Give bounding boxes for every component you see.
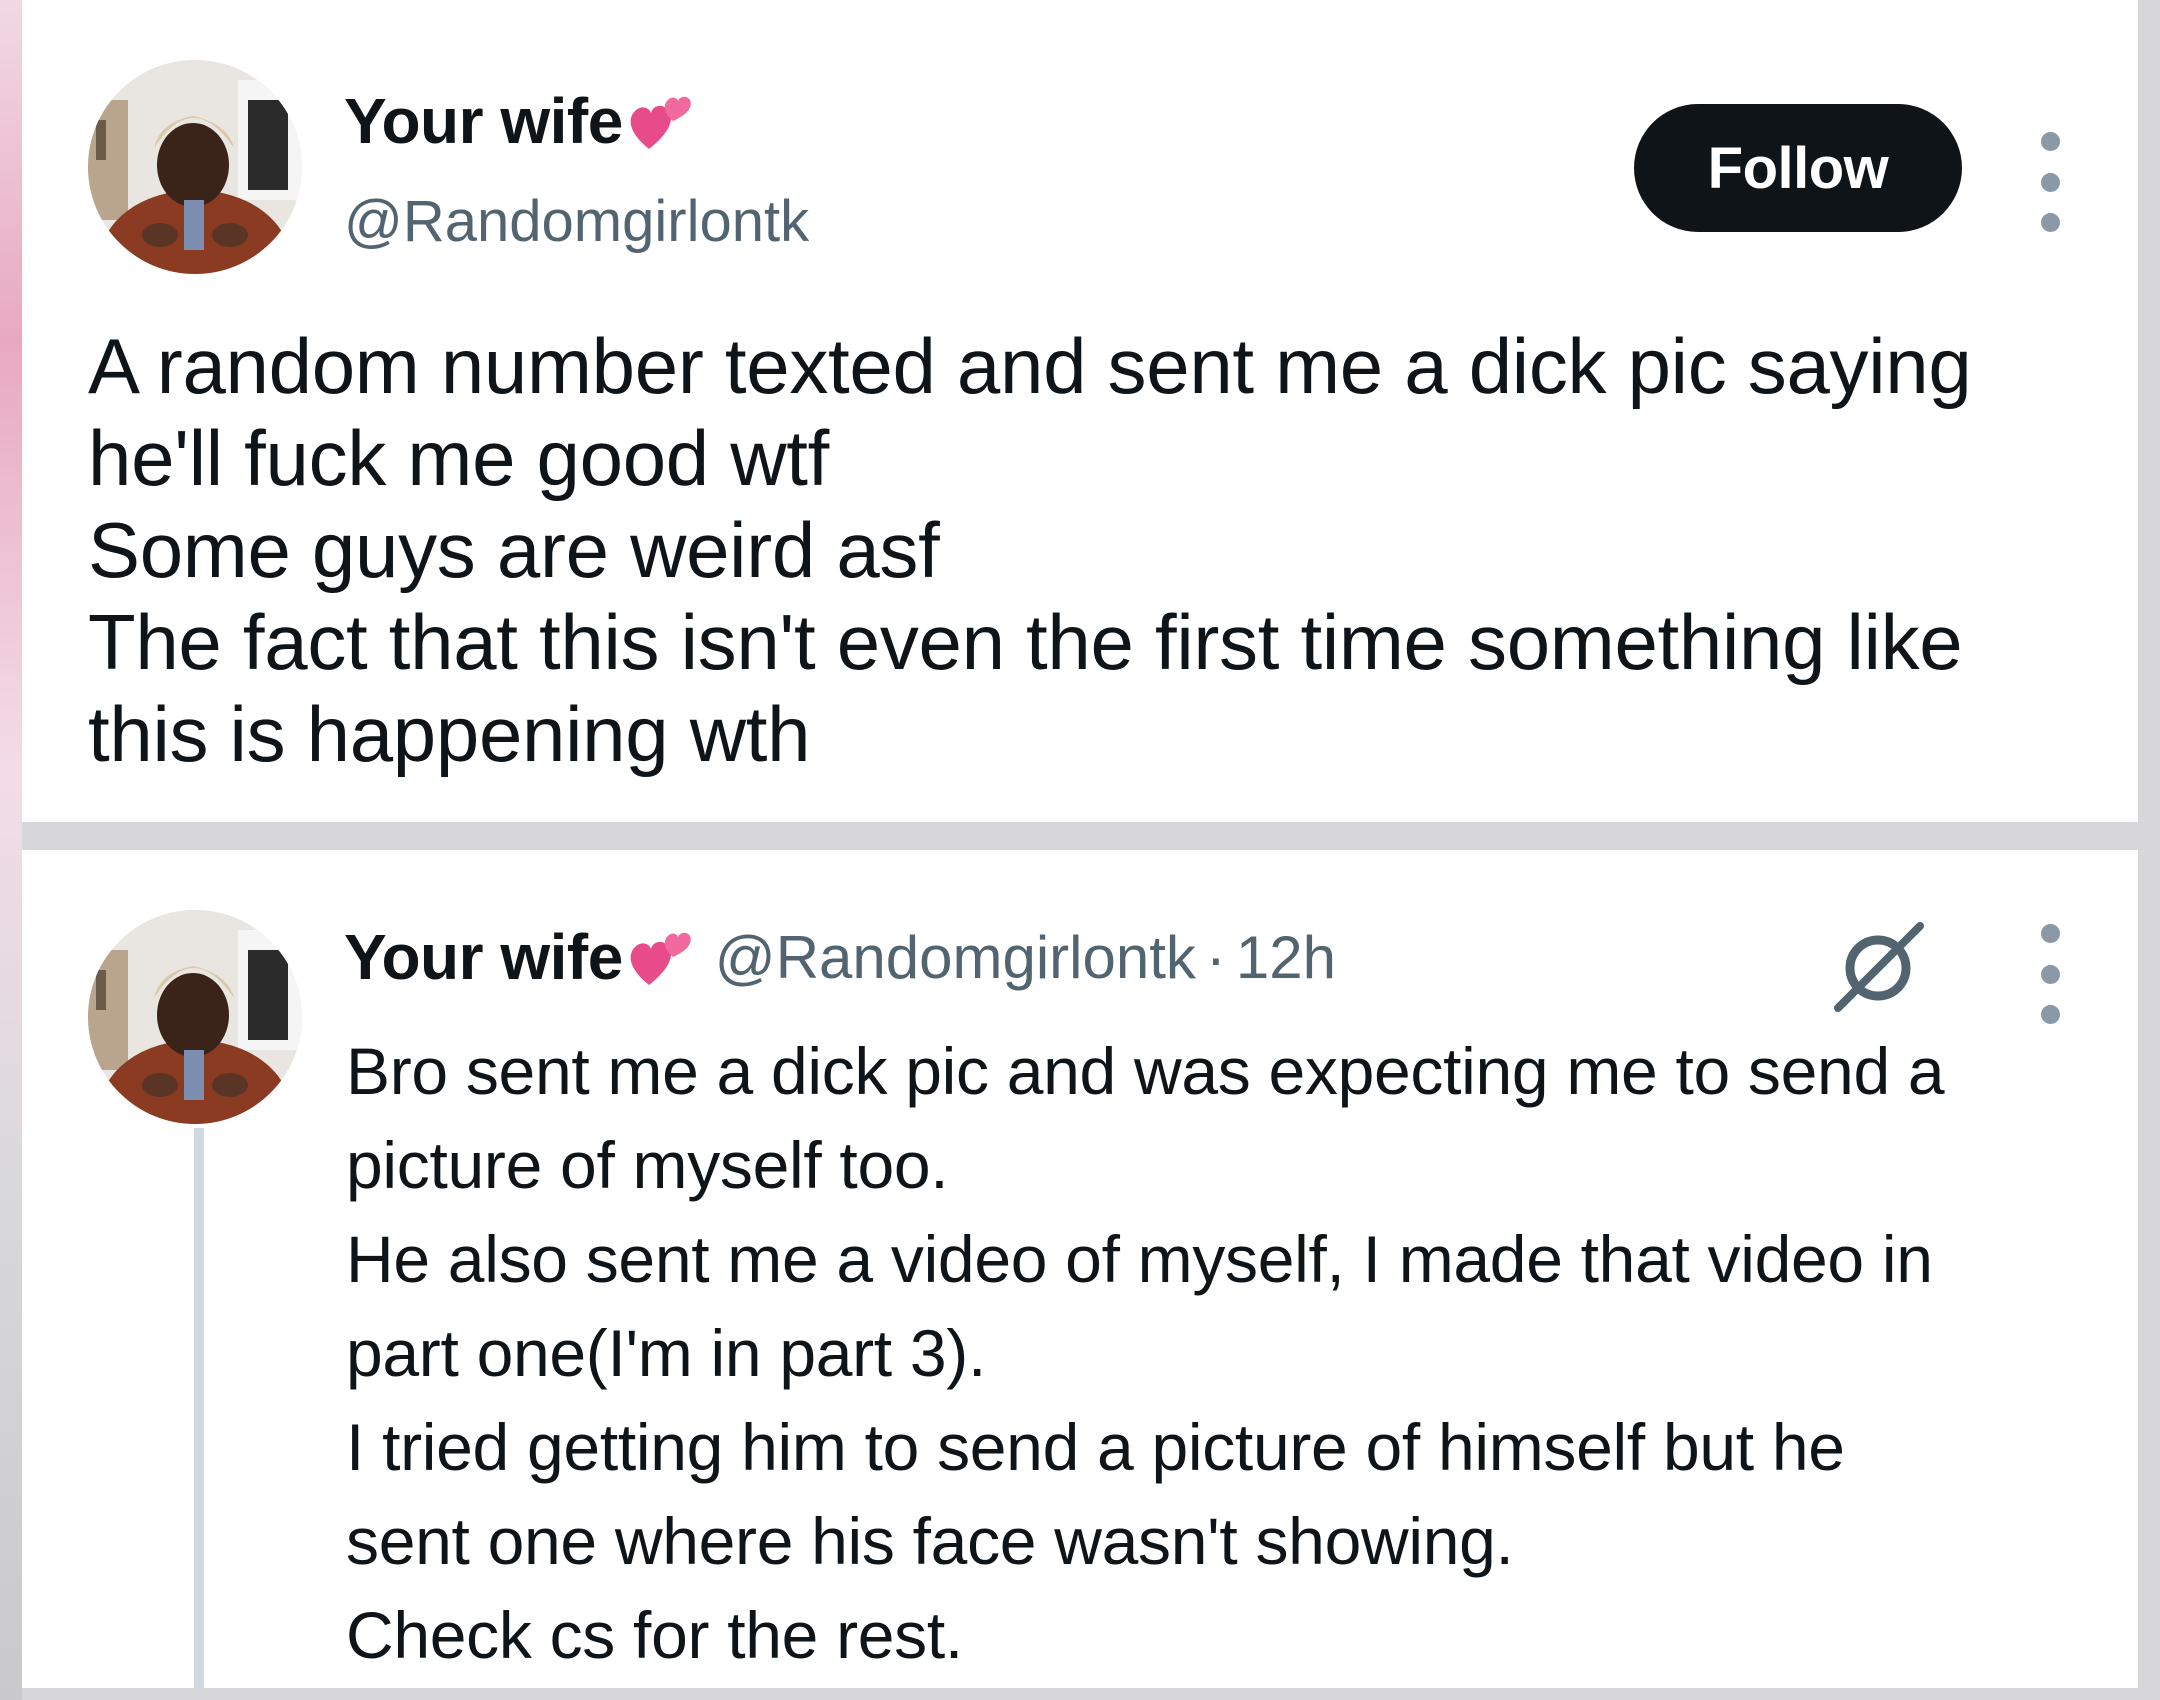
reply-text-line: part one(I'm in part 3). [346,1316,987,1390]
two-hearts-emoji-icon [630,96,691,149]
more-options-icon[interactable] [2035,132,2065,232]
follow-button[interactable]: Follow [1634,104,1962,232]
reply-author-handle[interactable]: @Randomgirlontk [715,924,1196,991]
author-handle[interactable]: @Randomgirlontk [344,188,809,255]
post-text-line: A random number texted and sent me a dic… [88,322,1972,410]
post-text: A random number texted and sent me a dic… [88,320,1972,780]
reply-post-card: Your wife @Randomgirlontk · 12h Bro sent m… [22,850,2138,1688]
grok-icon[interactable] [1828,916,1928,1016]
reply-text-line: Bro sent me a dick pic and was expecting… [346,1034,1945,1108]
main-post-card: Your wife @Randomgirlontk Follow A rando… [22,0,2138,822]
reply-text-line: I tried getting him to send a picture of… [346,1410,1845,1484]
two-hearts-emoji-icon [630,932,691,985]
thread-connector-line [194,1128,204,1688]
more-options-icon[interactable] [2035,924,2065,1024]
reply-text-line: Check cs for the rest. [346,1598,963,1672]
author-name-row: Your wife [344,84,693,158]
reply-text-line: sent one where his face wasn't showing. [346,1504,1514,1578]
meta-separator: · [1205,923,1226,991]
avatar-photo [88,60,302,274]
screenshot-root: Your wife @Randomgirlontk Follow A rando… [0,0,2160,1700]
reply-header-row: Your wife @Randomgirlontk · 12h [344,920,1336,994]
reply-author-avatar[interactable] [88,910,302,1124]
author-avatar[interactable] [88,60,302,274]
author-handle-row: @Randomgirlontk [344,188,809,255]
reply-text-line: picture of myself too. [346,1128,949,1202]
background-edge [0,0,22,1700]
reply-timestamp[interactable]: 12h [1236,924,1336,991]
post-text-line: Some guys are weird asf [88,506,940,594]
post-text-line: this is happening wth [88,690,811,778]
reply-meta: @Randomgirlontk · 12h [715,923,1336,992]
author-display-name[interactable]: Your wife [344,84,623,158]
avatar-photo [88,910,302,1124]
post-text-line: The fact that this isn't even the first … [88,598,1963,686]
reply-author-display-name[interactable]: Your wife [344,920,623,994]
post-text-line: he'll fuck me good wtf [88,414,829,502]
reply-text-line: He also sent me a video of myself, I mad… [346,1222,1933,1296]
reply-text: Bro sent me a dick pic and was expecting… [346,1024,1945,1682]
